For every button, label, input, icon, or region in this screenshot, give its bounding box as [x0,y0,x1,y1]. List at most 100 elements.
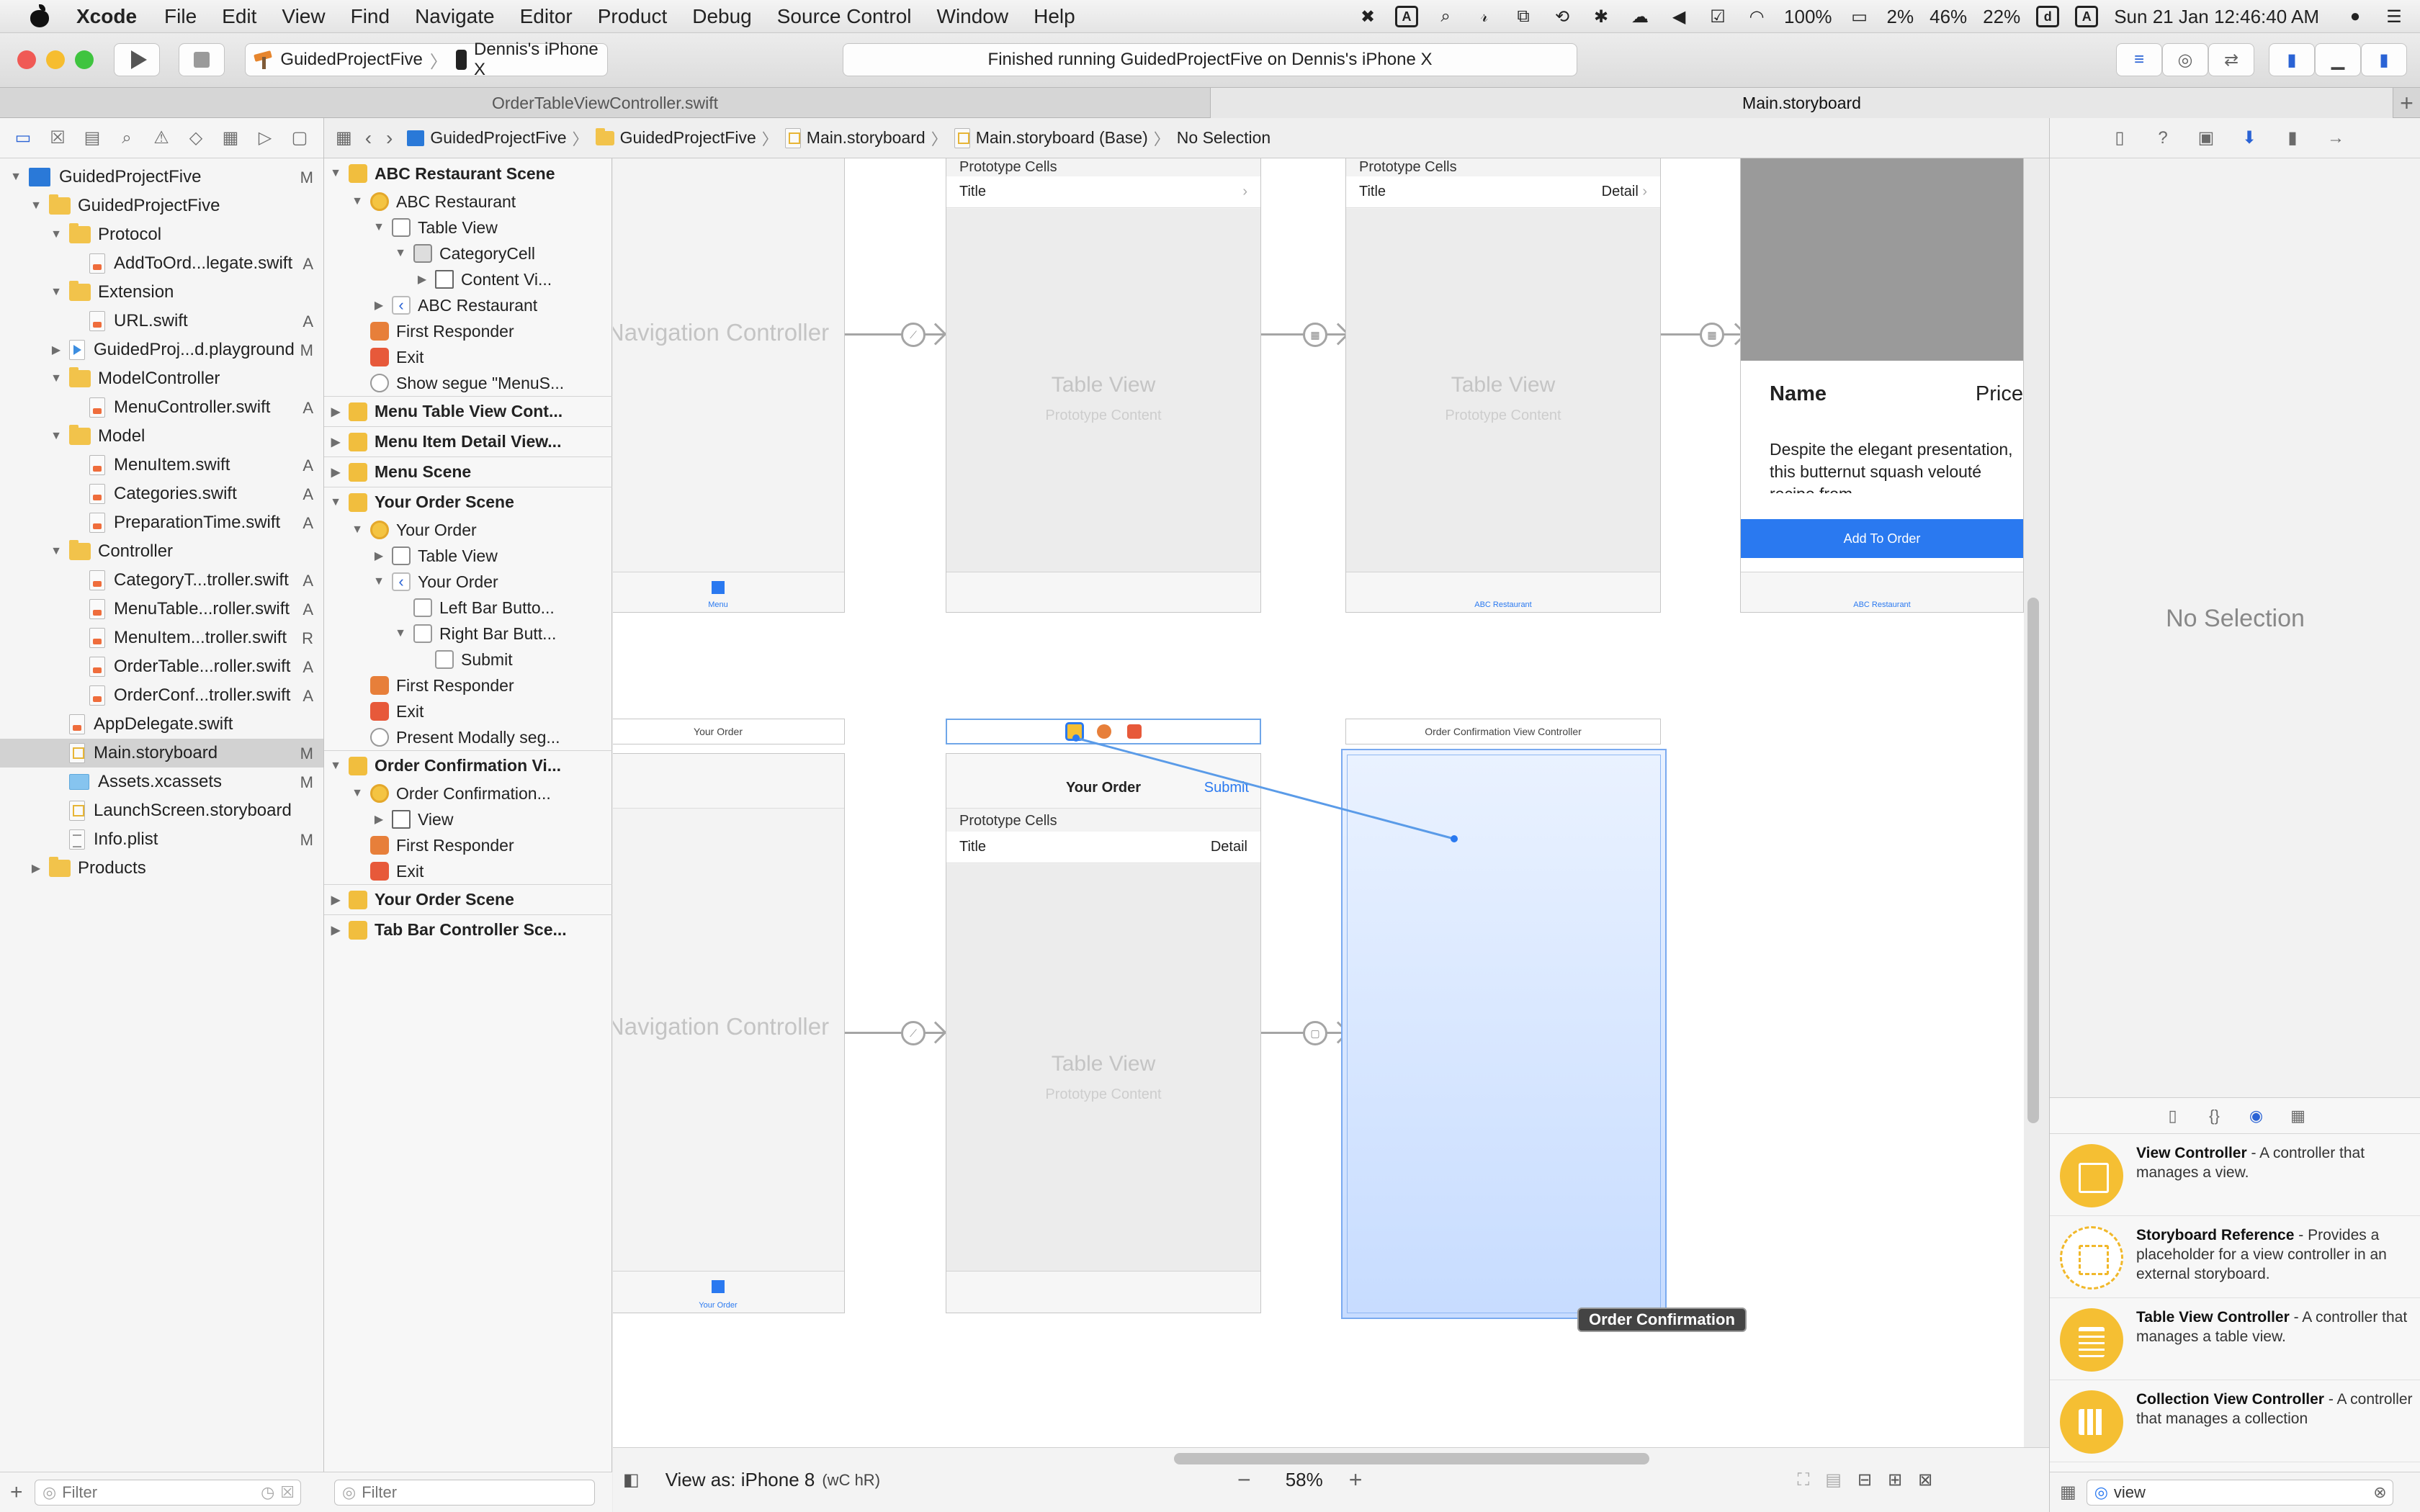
zoom-in-button[interactable]: + [1349,1467,1363,1493]
toggle-navigator-button[interactable]: ▮ [2269,43,2315,76]
time-machine-icon[interactable]: ⟲ [1551,6,1574,27]
check-icon[interactable]: ☑ [1706,6,1729,27]
table-view-scene-2[interactable]: Prototype Cells Title Detail › Table View… [1345,158,1661,613]
menu-product[interactable]: Product [598,5,668,28]
battery-icon[interactable]: ▭ [1848,6,1871,27]
grid-view-icon[interactable]: ▦ [2060,1482,2076,1503]
outline-item[interactable]: ▼ ‹ Your Order [324,569,612,595]
add-constraints-icon[interactable]: ⊞ [1888,1470,1902,1490]
disclosure-open-icon[interactable]: ▼ [49,228,63,242]
library-filter-field[interactable]: ◎ ⊗ [2086,1479,2393,1506]
find-navigator-icon[interactable]: ⌕ [115,127,138,149]
add-file-icon[interactable]: + [10,1480,35,1505]
segue-icon[interactable]: ▢ [1303,1021,1327,1045]
menu-source-control[interactable]: Source Control [777,5,912,28]
file-tree-item[interactable]: MenuItem...troller.swift R [0,624,323,652]
menu-window[interactable]: Window [937,5,1009,28]
project-navigator-folder-icon[interactable]: ▭ [12,127,35,149]
menu-view[interactable]: View [282,5,325,28]
file-tree-item[interactable]: PreparationTime.swift A [0,508,323,537]
disclosure-closed-icon[interactable]: ▶ [372,812,386,827]
canvas-vertical-scrollbar[interactable] [2027,598,2039,1123]
minimize-window-button[interactable] [46,50,65,69]
update-frames-icon[interactable]: ⛶ [1797,1470,1809,1490]
file-tree-item[interactable]: MenuItem.swift A [0,451,323,480]
zoom-window-button[interactable] [75,50,94,69]
disclosure-closed-icon[interactable]: ▶ [372,549,386,563]
back-button[interactable]: ‹ [365,127,372,150]
disclosure-open-icon[interactable]: ▼ [393,246,408,261]
disclosure-open-icon[interactable]: ▼ [49,544,63,559]
segue-icon[interactable]: ⟋ [901,323,926,347]
source-control-navigator-icon[interactable]: ☒ [46,127,69,149]
segue-icon[interactable]: ⟋ [901,1021,926,1045]
outline-item[interactable]: Exit [324,858,612,884]
size-inspector-icon[interactable]: ▮ [2282,127,2303,149]
prototype-cell[interactable]: Title › [946,176,1260,208]
outline-item[interactable]: ▼ Order Confirmation... [324,780,612,806]
segue-icon[interactable]: ▦ [1700,323,1724,347]
file-tree-item[interactable]: Assets.xcassets M [0,768,323,796]
menu-edit[interactable]: Edit [222,5,256,28]
stop-button[interactable] [179,43,225,76]
apple-icon[interactable] [27,4,52,29]
file-tree-item[interactable]: ▼ GuidedProjectFive M [0,163,323,192]
disclosure-open-icon[interactable]: ▼ [49,372,63,386]
outline-scene[interactable]: ▼ Your Order Scene [324,487,612,517]
outline-item[interactable]: ▶ View [324,806,612,832]
your-order-scene-dock[interactable] [946,719,1261,744]
toggle-debug-area-button[interactable]: ▁ [2315,43,2361,76]
outline-scene[interactable]: ▼ Order Confirmation Vi... [324,750,612,780]
submit-bar-button[interactable]: Submit [1204,780,1249,796]
outline-item[interactable]: ▼ CategoryCell [324,240,612,266]
object-library-icon[interactable]: ◉ [2246,1105,2267,1127]
user-icon[interactable]: ● [2344,6,2367,27]
file-tree-item[interactable]: ▼ Protocol [0,220,323,249]
disclosure-closed-icon[interactable]: ▶ [328,435,343,449]
storyboard-canvas[interactable]: Navigation Controller Menu ⟋ Prototype C… [613,158,2024,1447]
disclosure-open-icon[interactable]: ▼ [393,626,408,641]
file-tree-item[interactable]: ▼ Model [0,422,323,451]
menu-navigate[interactable]: Navigate [415,5,495,28]
file-tree-item[interactable]: ▼ Controller [0,537,323,566]
root-view[interactable] [1347,755,1661,1313]
file-tree-item[interactable]: URL.swift A [0,307,323,336]
outline-item[interactable]: Present Modally seg... [324,724,612,750]
outline-scene[interactable]: ▶ Tab Bar Controller Sce... [324,914,612,945]
disclosure-closed-icon[interactable]: ▶ [372,298,386,312]
breadcrumb-group[interactable]: GuidedProjectFive [595,127,756,148]
assistant-editor-button[interactable]: ◎ [2162,43,2208,76]
breadcrumb-project[interactable]: GuidedProjectFive [407,128,567,148]
close-window-button[interactable] [17,50,36,69]
outline-item[interactable]: First Responder [324,672,612,698]
disclosure-closed-icon[interactable]: ▶ [328,893,343,907]
breadcrumb-storyboard-base[interactable]: Main.storyboard (Base) [954,127,1148,148]
symbol-navigator-icon[interactable]: ▤ [81,127,104,149]
navigation-controller-scene[interactable]: Navigation Controller Menu [613,158,845,613]
outline-item[interactable]: First Responder [324,832,612,858]
disclosure-closed-icon[interactable]: ▶ [328,405,343,419]
outline-filter-field[interactable]: ◎ [334,1479,595,1506]
outline-item[interactable]: ▶ Content Vi... [324,266,612,292]
outline-scene[interactable]: ▶ Menu Scene [324,456,612,487]
bluetooth-icon[interactable]: ✱ [1590,6,1613,27]
library-item[interactable]: Storyboard Reference - Provides a placeh… [2050,1216,2420,1298]
disclosure-open-icon[interactable]: ▼ [350,786,364,801]
file-tree-item[interactable]: OrderConf...troller.swift A [0,681,323,710]
disclosure-open-icon[interactable]: ▼ [49,429,63,444]
outline-item[interactable]: ▼ Table View [324,215,612,240]
breadcrumb-selection[interactable]: No Selection [1177,128,1270,148]
align-icon[interactable]: ⊟ [1857,1470,1872,1490]
file-tree-item[interactable]: ▶ GuidedProj...d.playground M [0,336,323,364]
disk-letter-icon[interactable]: d [2036,6,2060,27]
zoom-out-button[interactable]: − [1237,1467,1251,1493]
standard-editor-button[interactable]: ≡ [2116,43,2162,76]
outline-scene[interactable]: ▶ Menu Table View Cont... [324,396,612,426]
file-inspector-icon[interactable]: ▯ [2109,127,2130,149]
search-icon[interactable]: ⌕ [1434,6,1457,27]
file-tree-item[interactable]: ▼ Extension [0,278,323,307]
outline-item[interactable]: ▼ Your Order [324,517,612,543]
library-item[interactable]: Collection View Controller - A controlle… [2050,1380,2420,1462]
your-order-table-scene[interactable]: Your Order Submit Prototype Cells Title D… [946,753,1261,1313]
file-tree-item[interactable]: Main.storyboard M [0,739,323,768]
